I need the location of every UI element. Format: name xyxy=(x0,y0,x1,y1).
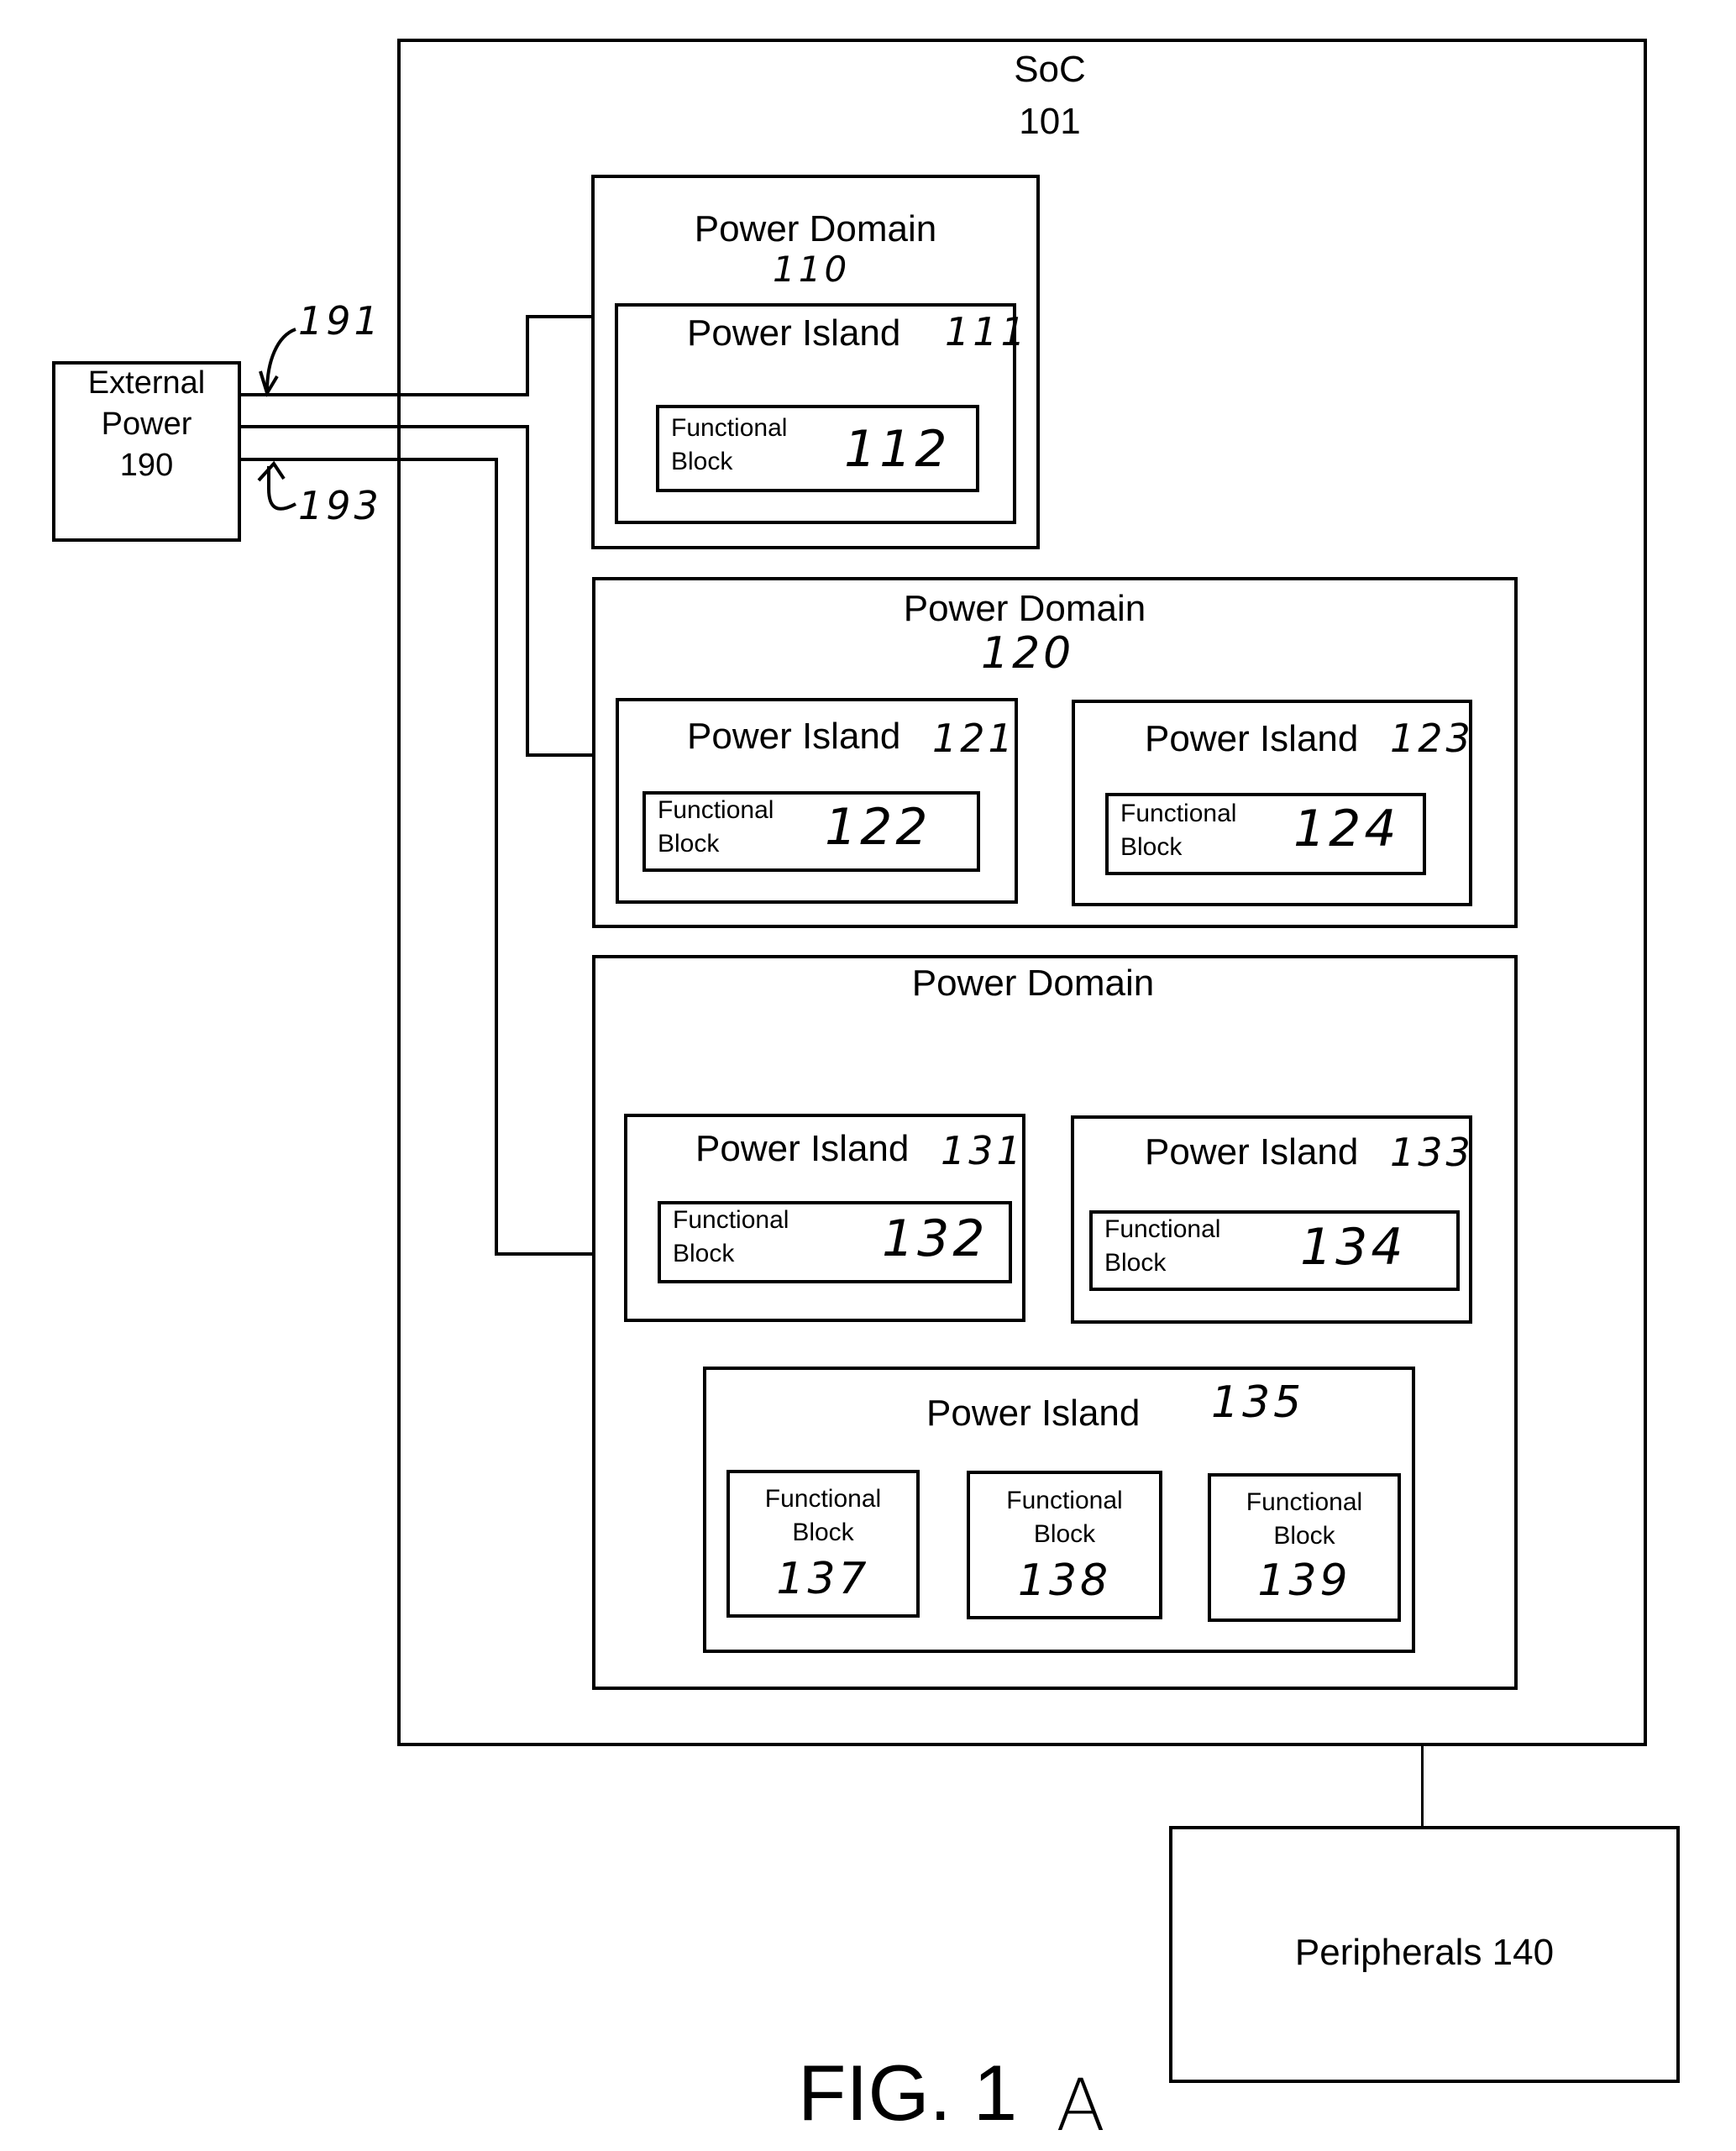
functional-block-139-number: 139 xyxy=(1257,1556,1351,1606)
functional-block-124-line2: Block xyxy=(1120,833,1183,861)
power-wire-191-horizontal xyxy=(241,393,529,396)
functional-block-112-number: 112 xyxy=(844,420,951,479)
external-power-label-line2: Power xyxy=(101,407,192,442)
power-island-135-number: 135 xyxy=(1211,1377,1305,1428)
functional-block-139-line1: Functional xyxy=(1246,1488,1363,1516)
power-domain-110-number: 110 xyxy=(773,249,851,290)
functional-block-132-number: 132 xyxy=(882,1209,989,1268)
wire-label-193: 193 xyxy=(298,483,382,528)
power-island-111-title: Power Island xyxy=(687,312,901,354)
power-island-131-number: 131 xyxy=(941,1128,1025,1173)
functional-block-137-line2: Block xyxy=(792,1519,854,1546)
arrow-193-icon xyxy=(267,466,296,511)
power-domain-120-number: 120 xyxy=(981,628,1075,679)
power-wire-2-vertical xyxy=(526,425,529,757)
functional-block-134-line1: Functional xyxy=(1104,1215,1221,1243)
peripherals-label: Peripherals 140 xyxy=(1294,1932,1555,1973)
power-wire-193-to-domain-130 xyxy=(495,1252,593,1256)
power-domain-120-title: Power Domain xyxy=(903,588,1146,629)
power-island-133-title: Power Island xyxy=(1145,1131,1359,1173)
power-island-131-title: Power Island xyxy=(695,1128,910,1169)
functional-block-134-line2: Block xyxy=(1104,1249,1167,1277)
wire-label-191: 191 xyxy=(298,298,382,344)
power-island-121-number: 121 xyxy=(932,716,1016,761)
figure-caption: FIG. 1 A xyxy=(798,2048,1105,2148)
external-power-label-line1: External xyxy=(87,365,206,401)
power-island-111-number: 111 xyxy=(945,309,1029,354)
power-island-121-title: Power Island xyxy=(687,716,901,757)
functional-block-139-line2: Block xyxy=(1273,1522,1335,1550)
functional-block-137-number: 137 xyxy=(776,1554,870,1604)
power-wire-193-horizontal xyxy=(241,458,498,461)
power-domain-130-title: Power Domain xyxy=(911,963,1155,1004)
power-island-123-title: Power Island xyxy=(1145,718,1359,759)
functional-block-138-number: 138 xyxy=(1017,1556,1112,1606)
functional-block-124-number: 124 xyxy=(1293,800,1400,858)
functional-block-132-line2: Block xyxy=(673,1240,735,1267)
power-wire-191-to-domain-110 xyxy=(526,315,593,318)
arrow-191-head-icon xyxy=(259,370,279,397)
functional-block-112-line1: Functional xyxy=(671,414,788,442)
soc-title: SoC xyxy=(1014,49,1086,90)
functional-block-112-line2: Block xyxy=(671,448,733,475)
power-island-133-number: 133 xyxy=(1390,1130,1474,1175)
power-domain-110-title: Power Domain xyxy=(694,208,937,249)
soc-number: 101 xyxy=(1019,101,1081,142)
soc-peripherals-bus xyxy=(1421,1744,1424,1828)
functional-block-122-line2: Block xyxy=(658,830,720,858)
functional-block-138-line2: Block xyxy=(1033,1520,1096,1548)
power-island-123-number: 123 xyxy=(1390,716,1474,761)
functional-block-132-line1: Functional xyxy=(673,1206,789,1234)
power-island-135-title: Power Island xyxy=(926,1393,1141,1434)
functional-block-138-line1: Functional xyxy=(1006,1487,1123,1514)
power-wire-191-vertical xyxy=(526,315,529,396)
power-wire-2-horizontal xyxy=(241,425,529,428)
functional-block-122-number: 122 xyxy=(825,798,931,857)
external-power-number: 190 xyxy=(119,448,174,483)
power-wire-2-to-domain-120 xyxy=(526,753,593,757)
functional-block-137-line1: Functional xyxy=(764,1485,882,1513)
figure-caption-suffix: A xyxy=(1056,2064,1109,2148)
functional-block-122-line1: Functional xyxy=(658,796,774,824)
arrow-191-icon xyxy=(265,328,296,392)
functional-block-134-number: 134 xyxy=(1300,1218,1407,1277)
power-wire-193-vertical xyxy=(495,458,498,1256)
figure-caption-main: FIG. 1 xyxy=(798,2049,1018,2137)
functional-block-124-line1: Functional xyxy=(1120,800,1237,827)
arrow-193-head-icon xyxy=(257,460,286,482)
